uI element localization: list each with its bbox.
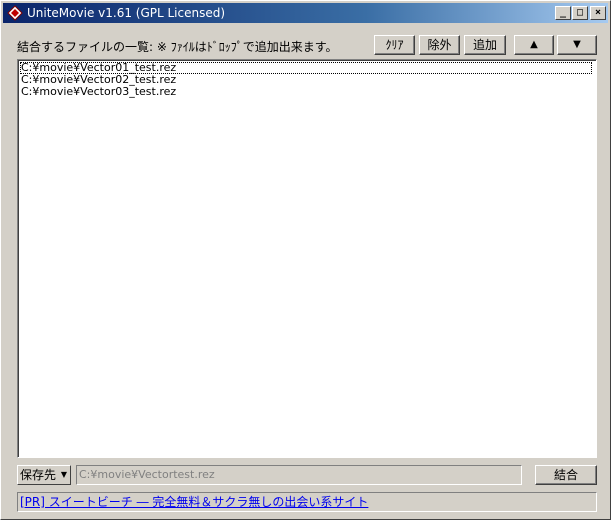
ad-bar: [PR] スイートビーチ ― 完全無料＆サクラ無しの出会い系サイト (17, 492, 597, 512)
app-window: UniteMovie v1.61 (GPL Licensed) _ □ × 結合… (0, 0, 611, 520)
save-destination-label: 保存先 (20, 468, 57, 482)
clear-button[interactable]: ｸﾘｱ (374, 35, 415, 55)
combine-button[interactable]: 結合 (535, 465, 597, 485)
save-destination-dropdown[interactable]: 保存先 ▼ (17, 465, 71, 485)
ad-link[interactable]: [PR] スイートビーチ ― 完全無料＆サクラ無しの出会い系サイト (20, 495, 368, 509)
remove-button[interactable]: 除外 (419, 35, 460, 55)
app-diamond-icon (7, 5, 23, 21)
output-path-field[interactable]: C:¥movie¥Vectortest.rez (76, 465, 522, 485)
file-list-label: 結合するファイルの一覧: ※ ﾌｧｲﾙはﾄﾞﾛｯﾌﾟで追加出来ます。 (17, 40, 338, 54)
window-title: UniteMovie v1.61 (GPL Licensed) (27, 6, 226, 20)
move-down-button[interactable]: ▼ (557, 35, 597, 55)
maximize-button[interactable]: □ (572, 6, 588, 20)
list-item[interactable]: C:¥movie¥Vector03_test.rez (20, 86, 592, 98)
chevron-down-icon: ▼ (60, 470, 67, 479)
move-up-button[interactable]: ▲ (514, 35, 554, 55)
title-bar[interactable]: UniteMovie v1.61 (GPL Licensed) (3, 3, 608, 23)
minimize-button-top[interactable]: _ (555, 6, 571, 20)
file-listbox[interactable]: C:¥movie¥Vector01_test.rez C:¥movie¥Vect… (17, 59, 597, 458)
add-button[interactable]: 追加 (464, 35, 506, 55)
close-button[interactable]: × (590, 6, 606, 20)
